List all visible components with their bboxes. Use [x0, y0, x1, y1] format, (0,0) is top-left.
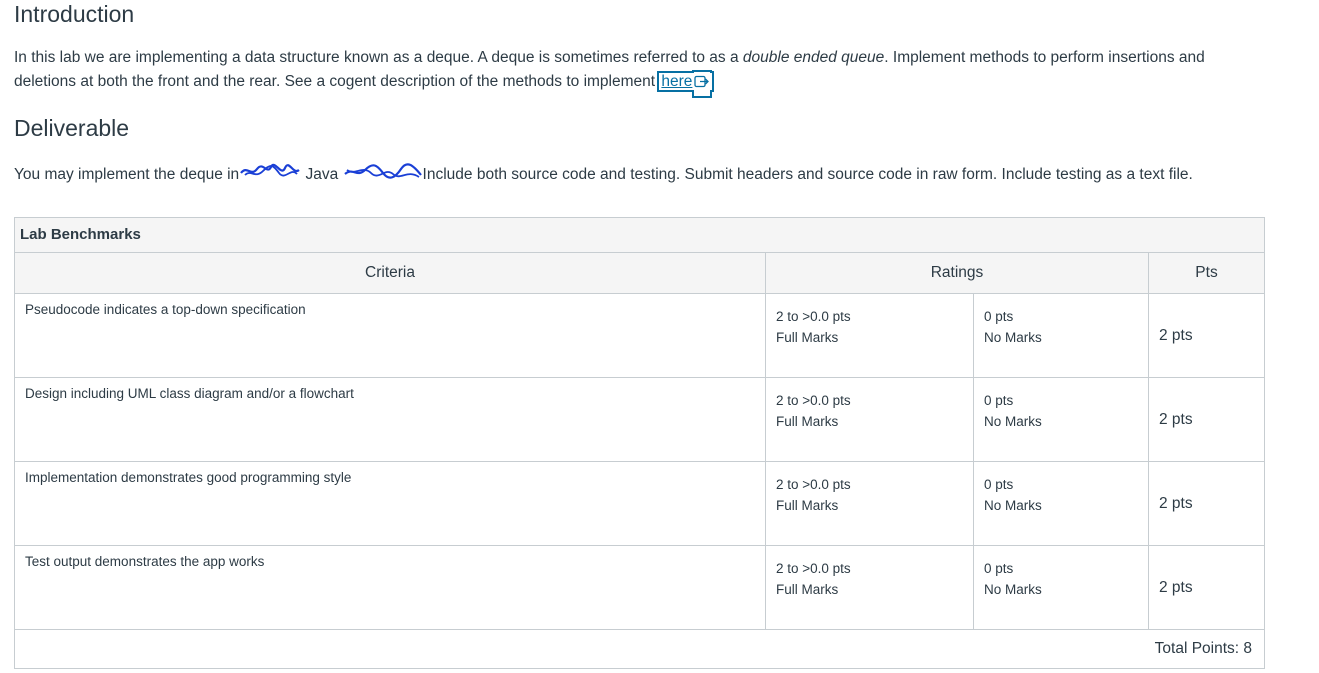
- ratings-cell: 2 to >0.0 pts Full Marks 0 pts No Marks: [765, 293, 1149, 378]
- rating-label: No Marks: [984, 582, 1042, 597]
- here-link-label: here: [661, 73, 693, 90]
- here-link[interactable]: here: [657, 71, 715, 92]
- ratings-cell: 2 to >0.0 pts Full Marks 0 pts No Marks: [765, 377, 1149, 462]
- points-cell: 2 pts: [1148, 377, 1264, 462]
- criterion-cell: Test output demonstrates the app works: [15, 545, 766, 630]
- criteria-header: Criteria: [15, 253, 766, 294]
- intro-emphasis: double ended queue: [742, 49, 885, 66]
- rating-label: No Marks: [984, 330, 1042, 345]
- rating-full-marks: 2 to >0.0 pts Full Marks: [766, 546, 974, 629]
- intro-text-part1: In this lab we are implementing a data s…: [14, 49, 743, 66]
- ratings-cell: 2 to >0.0 pts Full Marks 0 pts No Marks: [765, 461, 1149, 546]
- rating-no-marks: 0 pts No Marks: [974, 378, 1148, 461]
- rating-points: 2 to >0.0 pts: [776, 561, 851, 576]
- criterion-cell: Design including UML class diagram and/o…: [15, 377, 766, 462]
- deliverable-heading: Deliverable: [14, 115, 130, 141]
- pts-header: Pts: [1148, 253, 1264, 294]
- rating-label: Full Marks: [776, 582, 839, 597]
- points-cell: 2 pts: [1148, 293, 1264, 378]
- rubric-title: Lab Benchmarks: [15, 218, 1264, 253]
- table-row: Pseudocode indicates a top-down specific…: [15, 293, 1264, 378]
- deliverable-paragraph: You may implement the deque in Java Incl…: [14, 161, 1254, 189]
- rating-points: 2 to >0.0 pts: [776, 477, 851, 492]
- rating-no-marks: 0 pts No Marks: [974, 546, 1148, 629]
- deliverable-text-part1: You may implement the deque in: [14, 166, 240, 184]
- rubric-header-row: Criteria Ratings Pts: [15, 253, 1264, 294]
- external-link-icon: [694, 72, 710, 96]
- rating-full-marks: 2 to >0.0 pts Full Marks: [766, 378, 974, 461]
- ratings-header: Ratings: [765, 253, 1149, 294]
- rating-label: No Marks: [984, 414, 1042, 429]
- rating-points: 0 pts: [984, 477, 1014, 492]
- ratings-cell: 2 to >0.0 pts Full Marks 0 pts No Marks: [765, 545, 1149, 630]
- rating-full-marks: 2 to >0.0 pts Full Marks: [766, 294, 974, 377]
- rating-points: 0 pts: [984, 393, 1014, 408]
- total-points: Total Points: 8: [1154, 640, 1252, 657]
- rating-label: Full Marks: [776, 330, 839, 345]
- rating-points: 0 pts: [984, 309, 1014, 324]
- table-row: Test output demonstrates the app works 2…: [15, 545, 1264, 630]
- deliverable-text-part2: Java: [301, 166, 343, 184]
- points-cell: 2 pts: [1148, 545, 1264, 630]
- rating-full-marks: 2 to >0.0 pts Full Marks: [766, 462, 974, 545]
- rating-points: 0 pts: [984, 561, 1014, 576]
- introduction-heading: Introduction: [14, 1, 135, 27]
- table-row: Implementation demonstrates good program…: [15, 461, 1264, 546]
- points-cell: 2 pts: [1148, 461, 1264, 546]
- total-row: Total Points: 8: [15, 630, 1264, 669]
- rating-points: 2 to >0.0 pts: [776, 393, 851, 408]
- redaction-scribble: [343, 161, 423, 189]
- rating-no-marks: 0 pts No Marks: [974, 294, 1148, 377]
- criterion-cell: Implementation demonstrates good program…: [15, 461, 766, 546]
- rubric-grid: Criteria Ratings Pts Pseudocode indicate…: [15, 253, 1264, 668]
- table-row: Design including UML class diagram and/o…: [15, 377, 1264, 462]
- rating-label: No Marks: [984, 498, 1042, 513]
- rating-points: 2 to >0.0 pts: [776, 309, 851, 324]
- rating-label: Full Marks: [776, 414, 839, 429]
- criterion-cell: Pseudocode indicates a top-down specific…: [15, 293, 766, 378]
- rubric-table: Lab Benchmarks Criteria Ratings Pts Pseu…: [14, 217, 1265, 669]
- rating-no-marks: 0 pts No Marks: [974, 462, 1148, 545]
- redaction-scribble: [239, 161, 301, 189]
- introduction-paragraph: In this lab we are implementing a data s…: [14, 46, 1244, 96]
- deliverable-text-part3: Include both source code and testing. Su…: [422, 166, 1193, 184]
- rating-label: Full Marks: [776, 498, 839, 513]
